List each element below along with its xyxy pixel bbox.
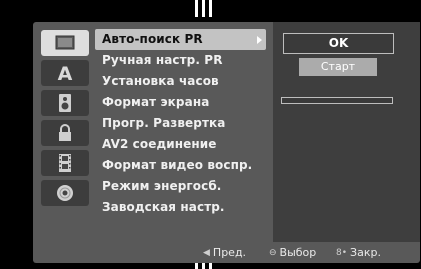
menu-item-power-save[interactable]: Режим энергосб. — [95, 176, 266, 197]
submenu-arrow-icon — [257, 36, 262, 44]
close-label: Закр. — [350, 246, 381, 259]
side-tab-lock[interactable] — [41, 120, 89, 146]
side-tab-disc[interactable] — [41, 180, 89, 206]
menu-item-auto-search[interactable]: Авто-поиск PR — [95, 29, 266, 50]
lock-icon — [59, 124, 71, 141]
select-circle-icon: ⊖ — [269, 247, 277, 258]
prev-label: Пред. — [212, 246, 247, 259]
language-a-icon: A — [58, 63, 73, 83]
menu-item-label: Авто-поиск PR — [102, 32, 203, 46]
select-hint: ⊖ Выбор — [269, 246, 316, 259]
menu-item-video-format[interactable]: Формат видео воспр. — [95, 155, 266, 176]
menu-item-label: Заводская настр. — [102, 200, 225, 214]
menu-item-av2-connection[interactable]: AV2 соединение — [95, 134, 266, 155]
option-panel: OK Старт — [273, 22, 420, 242]
ok-button[interactable]: OK — [283, 33, 394, 54]
menu-item-label: Установка часов — [102, 74, 219, 88]
side-tab-audio[interactable] — [41, 90, 89, 116]
close-key-icon: 8• — [336, 247, 348, 258]
disc-icon — [57, 185, 73, 201]
film-icon — [59, 154, 71, 172]
side-tab-display[interactable] — [41, 30, 89, 56]
marker-tick — [209, 0, 212, 17]
footer-hints: ◀ Пред. ⊖ Выбор 8• Закр. — [33, 243, 420, 263]
marker-tick — [195, 0, 198, 17]
scan-progress-bar — [281, 97, 393, 104]
marker-tick — [202, 0, 205, 17]
left-arrow-icon: ◀ — [203, 247, 210, 258]
tv-screen-icon — [55, 35, 75, 50]
menu-item-clock-set[interactable]: Установка часов — [95, 71, 266, 92]
close-hint: 8• Закр. — [336, 246, 381, 259]
menu-item-screen-format[interactable]: Формат экрана — [95, 92, 266, 113]
menu-item-label: Формат видео воспр. — [102, 158, 253, 172]
side-tab-language[interactable]: A — [41, 60, 89, 86]
menu-item-label: Ручная настр. PR — [102, 53, 223, 67]
start-button[interactable]: Старт — [299, 58, 377, 76]
menu-item-factory-reset[interactable]: Заводская настр. — [95, 197, 266, 218]
menu-item-label: Режим энергосб. — [102, 179, 222, 193]
menu-item-label: Прогр. Развертка — [102, 116, 226, 130]
menu-item-label: AV2 соединение — [102, 137, 217, 151]
settings-menu-list: Авто-поиск PR Ручная настр. PR Установка… — [95, 29, 266, 218]
speaker-icon — [59, 94, 71, 112]
setup-menu-panel: A Авто-поиск PR Ручная настр. PR Установ… — [33, 22, 420, 263]
menu-item-manual-tuning[interactable]: Ручная настр. PR — [95, 50, 266, 71]
prev-hint: ◀ Пред. — [203, 246, 246, 259]
select-label: Выбор — [279, 246, 317, 259]
menu-item-progressive-scan[interactable]: Прогр. Развертка — [95, 113, 266, 134]
side-tab-column: A — [33, 22, 91, 242]
side-tab-recording[interactable] — [41, 150, 89, 176]
svg-text:A: A — [58, 63, 73, 83]
menu-item-label: Формат экрана — [102, 95, 210, 109]
